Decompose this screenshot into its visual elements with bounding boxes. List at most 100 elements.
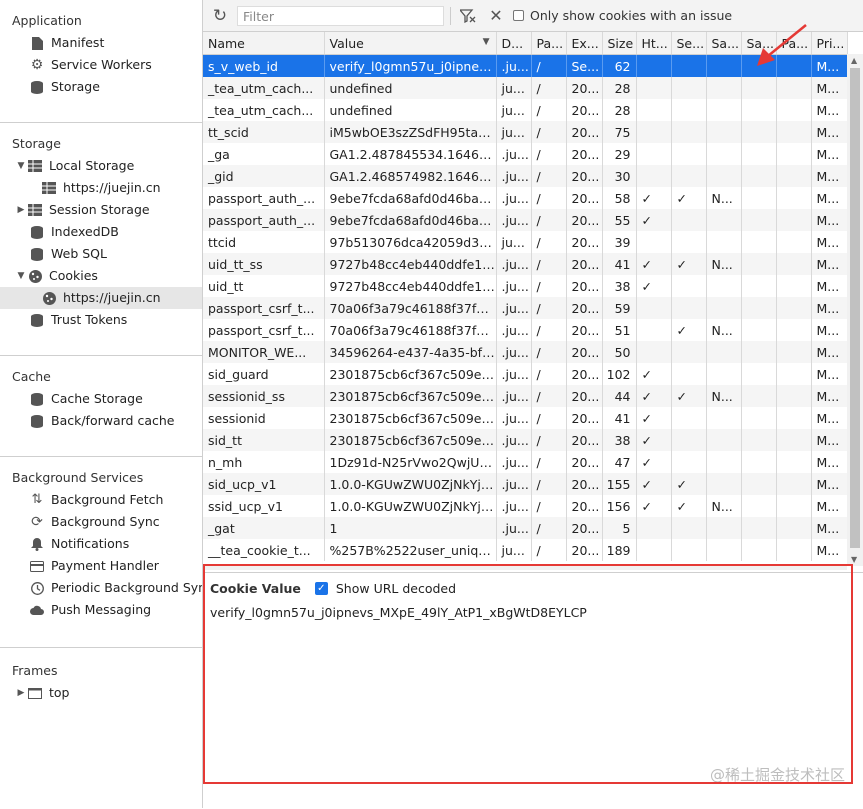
- sidebar-item-push-messaging[interactable]: Push Messaging: [0, 599, 202, 621]
- table-row[interactable]: ttcid 97b513076dca42059d3b8... ju.../20...…: [203, 231, 848, 253]
- sidebar-item-payment-handler[interactable]: Payment Handler: [0, 555, 202, 577]
- only-issues-checkbox-row[interactable]: Only show cookies with an issue: [513, 8, 732, 23]
- sidebar-item-notifications[interactable]: Notifications: [0, 533, 202, 555]
- filter-input[interactable]: Filter: [237, 5, 444, 26]
- column-header-httponly[interactable]: Ht...: [636, 32, 672, 55]
- cell-size: 30: [602, 165, 637, 187]
- scroll-up-icon[interactable]: ▲: [851, 56, 857, 65]
- cell-size: 5: [602, 517, 637, 539]
- sidebar-item-cache-storage[interactable]: Cache Storage: [0, 388, 202, 410]
- sidebar-item-indexeddb[interactable]: IndexedDB: [0, 221, 202, 243]
- scroll-down-icon[interactable]: ▼: [851, 555, 857, 564]
- table-row[interactable]: uid_tt 9727b48cc4eb440ddfe19... .ju.../20.…: [203, 275, 848, 297]
- vertical-scrollbar[interactable]: ▲ ▼: [847, 54, 863, 566]
- triangle-right-icon[interactable]: ▶: [16, 199, 26, 221]
- table-row[interactable]: sid_tt 2301875cb6cf367c509e3a... .ju.../20…: [203, 429, 848, 451]
- table-row[interactable]: passport_auth_... 9ebe7fcda68afd0d46ba83.…: [203, 209, 848, 231]
- sidebar-item-periodic-background-sync[interactable]: Periodic Background Sync: [0, 577, 202, 599]
- sidebar-item-service-workers[interactable]: ⚙ Service Workers: [0, 54, 202, 76]
- cell-size: 38: [602, 429, 637, 451]
- cell-samesite: [706, 143, 742, 165]
- refresh-icon[interactable]: ↻: [209, 5, 231, 27]
- column-header-expires[interactable]: Ex...: [566, 32, 603, 55]
- column-header-path[interactable]: Pa...: [531, 32, 567, 55]
- table-row[interactable]: n_mh 1Dz91d-N25rVwo2QwjU7... .ju.../20... 4…: [203, 451, 848, 473]
- database-icon: [30, 225, 44, 239]
- cell-value: 2301875cb6cf367c509e3a...: [324, 407, 497, 429]
- table-row[interactable]: tt_scid iM5wbOE3szZSdFH95ta9... ju.../20..…: [203, 121, 848, 143]
- sidebar-item-local-storage-juejin[interactable]: https://juejin.cn: [0, 177, 202, 199]
- column-header-size[interactable]: Size: [602, 32, 637, 55]
- cell-httponly: [636, 143, 672, 165]
- table-row[interactable]: passport_csrf_t... 70a06f3a79c46188f37f33…: [203, 319, 848, 341]
- table-row[interactable]: _gid GA1.2.468574982.164665... .ju.../20..…: [203, 165, 848, 187]
- cell-samesite: N...: [706, 385, 742, 407]
- clear-all-icon[interactable]: ✕: [485, 5, 507, 27]
- only-issues-label: Only show cookies with an issue: [530, 8, 733, 23]
- section-title-background-services: Background Services: [12, 470, 144, 485]
- cell-name: passport_csrf_t...: [203, 319, 325, 341]
- sidebar-item-back-forward-cache[interactable]: Back/forward cache: [0, 410, 202, 432]
- cell-partition: [776, 385, 812, 407]
- column-header-domain[interactable]: D...: [496, 32, 532, 55]
- cell-httponly: [636, 341, 672, 363]
- cell-sameparty: [741, 407, 777, 429]
- cell-value: GA1.2.487845534.164665...: [324, 143, 497, 165]
- sidebar-item-background-fetch[interactable]: ⇅ Background Fetch: [0, 489, 202, 511]
- cell-secure: ✓: [671, 473, 707, 495]
- only-issues-checkbox[interactable]: [513, 10, 524, 21]
- table-row[interactable]: passport_csrf_t... 70a06f3a79c46188f37f33…: [203, 297, 848, 319]
- cell-value: verify_l0gmn57u_j0ipnevs...: [324, 54, 497, 77]
- cell-size: 55: [602, 209, 637, 231]
- table-row[interactable]: sid_ucp_v1 1.0.0-KGUwZWU0ZjNkYjc... .ju...…: [203, 473, 848, 495]
- sidebar-item-session-storage[interactable]: ▶ Session Storage: [0, 199, 202, 221]
- sidebar-item-frame-top[interactable]: ▶ top: [0, 682, 202, 704]
- table-row[interactable]: _tea_utm_cach... undefined ju.../20... 28 M.…: [203, 77, 848, 99]
- table-row[interactable]: sessionid 2301875cb6cf367c509e3a... .ju...…: [203, 407, 848, 429]
- cell-priority: M...: [811, 385, 848, 407]
- section-title-frames: Frames: [12, 663, 58, 678]
- table-row[interactable]: passport_auth_... 9ebe7fcda68afd0d46ba83.…: [203, 187, 848, 209]
- sidebar-item-trust-tokens[interactable]: Trust Tokens: [0, 309, 202, 331]
- table-row[interactable]: __tea_cookie_t... %257B%2522user_unique..…: [203, 539, 848, 561]
- column-header-priority[interactable]: Pri...: [811, 32, 848, 55]
- table-row[interactable]: sessionid_ss 2301875cb6cf367c509e3a... .ju…: [203, 385, 848, 407]
- table-row[interactable]: MONITOR_WE... 34596264-e437-4a35-bfa... .j…: [203, 341, 848, 363]
- sidebar-item-background-sync[interactable]: ⟳ Background Sync: [0, 511, 202, 533]
- column-header-value[interactable]: Value ▼: [324, 32, 497, 55]
- column-header-samesite[interactable]: Sa...: [706, 32, 742, 55]
- cell-partition: [776, 451, 812, 473]
- clear-filtered-icon[interactable]: [457, 5, 479, 27]
- table-row[interactable]: ssid_ucp_v1 1.0.0-KGUwZWU0ZjNkYjc... .ju..…: [203, 495, 848, 517]
- sidebar-item-cookies[interactable]: ▼ Cookies: [0, 265, 202, 287]
- table-row[interactable]: _tea_utm_cach... undefined ju.../20... 28 M.…: [203, 99, 848, 121]
- sidebar-item-storage[interactable]: Storage: [0, 76, 202, 98]
- sidebar-item-websql[interactable]: Web SQL: [0, 243, 202, 265]
- cell-secure: [671, 341, 707, 363]
- gear-icon: ⚙: [30, 57, 44, 73]
- column-header-secure[interactable]: Se...: [671, 32, 707, 55]
- table-row[interactable]: _ga GA1.2.487845534.164665... .ju.../20...…: [203, 143, 848, 165]
- column-header-name[interactable]: Name: [203, 32, 325, 55]
- database-icon: [30, 414, 44, 428]
- triangle-down-icon[interactable]: ▼: [16, 265, 26, 287]
- cell-expires: 20...: [566, 121, 603, 143]
- table-row[interactable]: uid_tt_ss 9727b48cc4eb440ddfe19... .ju... /…: [203, 253, 848, 275]
- cell-sameparty: [741, 275, 777, 297]
- scrollbar-thumb[interactable]: [850, 68, 860, 548]
- clock-icon: [30, 581, 44, 595]
- document-icon: [30, 36, 44, 50]
- sidebar-item-manifest[interactable]: Manifest: [0, 32, 202, 54]
- cell-name: n_mh: [203, 451, 325, 473]
- table-row[interactable]: _gat 1 .ju.../20... 5 M...: [203, 517, 848, 539]
- cell-domain: ju...: [496, 99, 532, 121]
- cell-expires: 20...: [566, 363, 603, 385]
- cell-expires: 20...: [566, 517, 603, 539]
- triangle-right-icon[interactable]: ▶: [16, 682, 26, 704]
- cell-size: 51: [602, 319, 637, 341]
- sidebar-item-cookies-juejin[interactable]: https://juejin.cn: [0, 287, 202, 309]
- sidebar-item-local-storage[interactable]: ▼ Local Storage: [0, 155, 202, 177]
- triangle-down-icon[interactable]: ▼: [16, 155, 26, 177]
- table-row[interactable]: sid_guard 2301875cb6cf367c509e3a... .ju...…: [203, 363, 848, 385]
- cell-secure: [671, 539, 707, 561]
